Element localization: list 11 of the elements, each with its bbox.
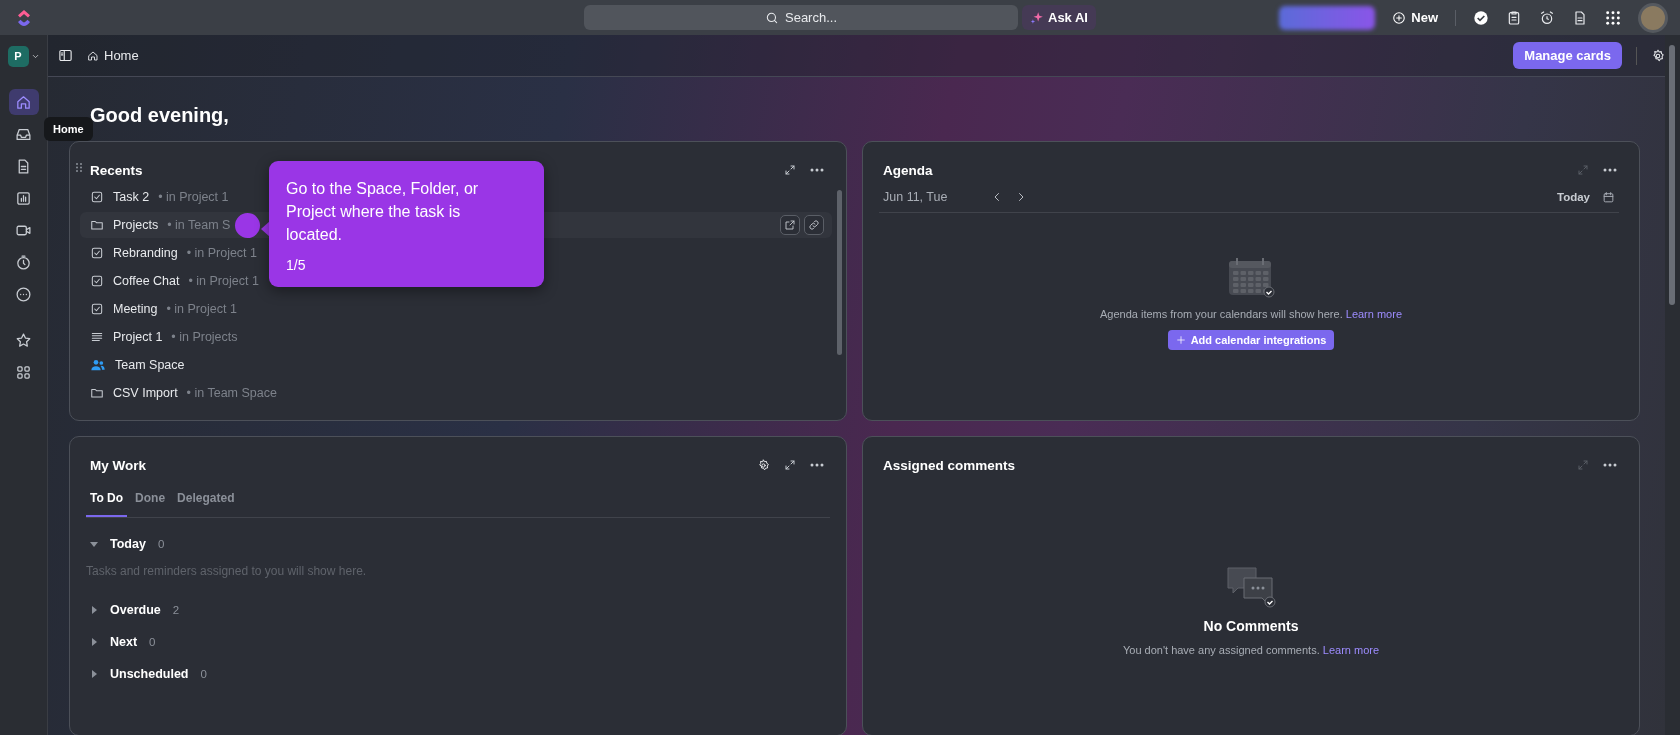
agenda-date: Jun 11, Tue — [883, 190, 948, 204]
card-title: My Work — [90, 457, 146, 473]
card-title: Agenda — [883, 162, 933, 178]
empty-state-text: Agenda items from your calendars will show here. Learn more — [1099, 307, 1403, 320]
empty-state-heading: No Comments — [1203, 618, 1299, 634]
card-title: Recents — [90, 162, 143, 178]
empty-state-text: You don't have any assigned comments. Learn more — [1122, 644, 1380, 656]
tour-text: Go to the Space, Folder, or Project where the task is located. — [286, 179, 480, 245]
greeting: Good evening, — [90, 104, 229, 127]
tour-step-counter: 1/5 — [286, 257, 307, 273]
card-title: Assigned comments — [883, 457, 1016, 473]
